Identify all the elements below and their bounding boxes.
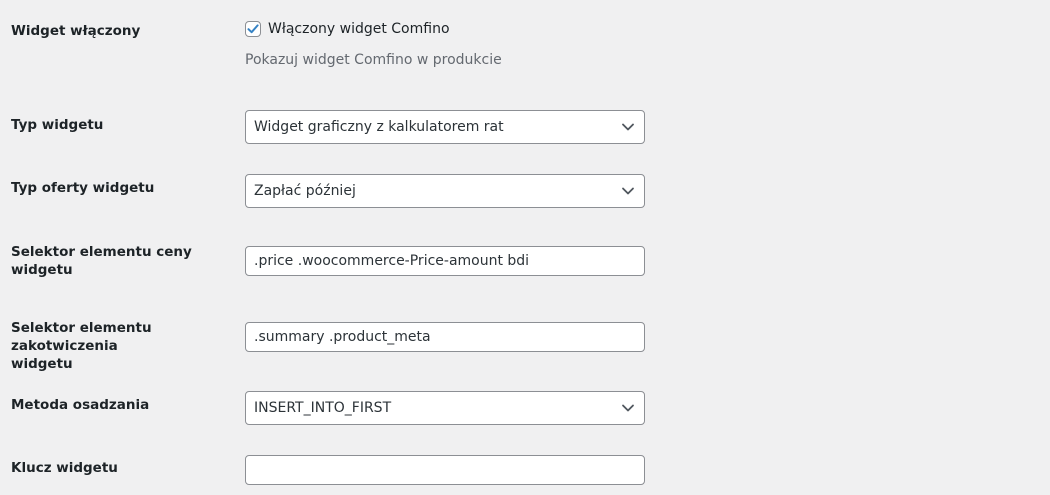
offer-type-select[interactable]: Zapłać później	[245, 174, 645, 208]
check-icon	[247, 24, 259, 34]
widget-enabled-label: Widget włączony	[11, 23, 141, 39]
row-widget-enabled: Widget włączony Włączony widget Comfino …	[0, 0, 1050, 95]
chevron-down-icon	[622, 404, 634, 412]
row-widget-key: Klucz widgetu	[0, 455, 1050, 485]
widget-key-label: Klucz widgetu	[11, 460, 118, 476]
widget-enabled-toggle[interactable]: Włączony widget Comfino	[245, 21, 450, 37]
widget-enabled-checkbox-label[interactable]: Włączony widget Comfino	[268, 21, 450, 37]
widget-type-label: Typ widgetu	[11, 117, 104, 133]
widget-key-input[interactable]	[245, 455, 645, 485]
row-embed-method: Metoda osadzania INSERT_INTO_FIRST	[0, 391, 1050, 425]
anchor-selector-input[interactable]: .summary .product_meta	[245, 322, 645, 352]
chevron-down-icon	[622, 187, 634, 195]
offer-type-label: Typ oferty widgetu	[11, 180, 155, 196]
widget-type-value: Widget graficzny z kalkulatorem rat	[254, 119, 504, 135]
price-selector-input[interactable]: .price .woocommerce-Price-amount bdi	[245, 246, 645, 276]
embed-method-value: INSERT_INTO_FIRST	[254, 400, 392, 416]
widget-enabled-checkbox[interactable]	[245, 21, 261, 37]
price-selector-value: .price .woocommerce-Price-amount bdi	[254, 253, 530, 269]
anchor-selector-value: .summary .product_meta	[254, 329, 431, 345]
price-selector-label: Selektor elementu ceny widgetu	[11, 244, 192, 278]
row-price-selector: Selektor elementu ceny widgetu .price .w…	[0, 243, 1050, 283]
anchor-selector-label: Selektor elementu zakotwiczenia widgetu	[11, 320, 152, 372]
chevron-down-icon	[622, 123, 634, 131]
widget-enabled-description: Pokazuj widget Comfino w produkcie	[245, 52, 502, 68]
row-widget-type: Typ widgetu Widget graficzny z kalkulato…	[0, 110, 1050, 144]
row-offer-type: Typ oferty widgetu Zapłać później	[0, 174, 1050, 208]
row-anchor-selector: Selektor elementu zakotwiczenia widgetu …	[0, 319, 1050, 372]
offer-type-value: Zapłać później	[254, 183, 356, 199]
embed-method-select[interactable]: INSERT_INTO_FIRST	[245, 391, 645, 425]
embed-method-label: Metoda osadzania	[11, 397, 150, 413]
widget-type-select[interactable]: Widget graficzny z kalkulatorem rat	[245, 110, 645, 144]
